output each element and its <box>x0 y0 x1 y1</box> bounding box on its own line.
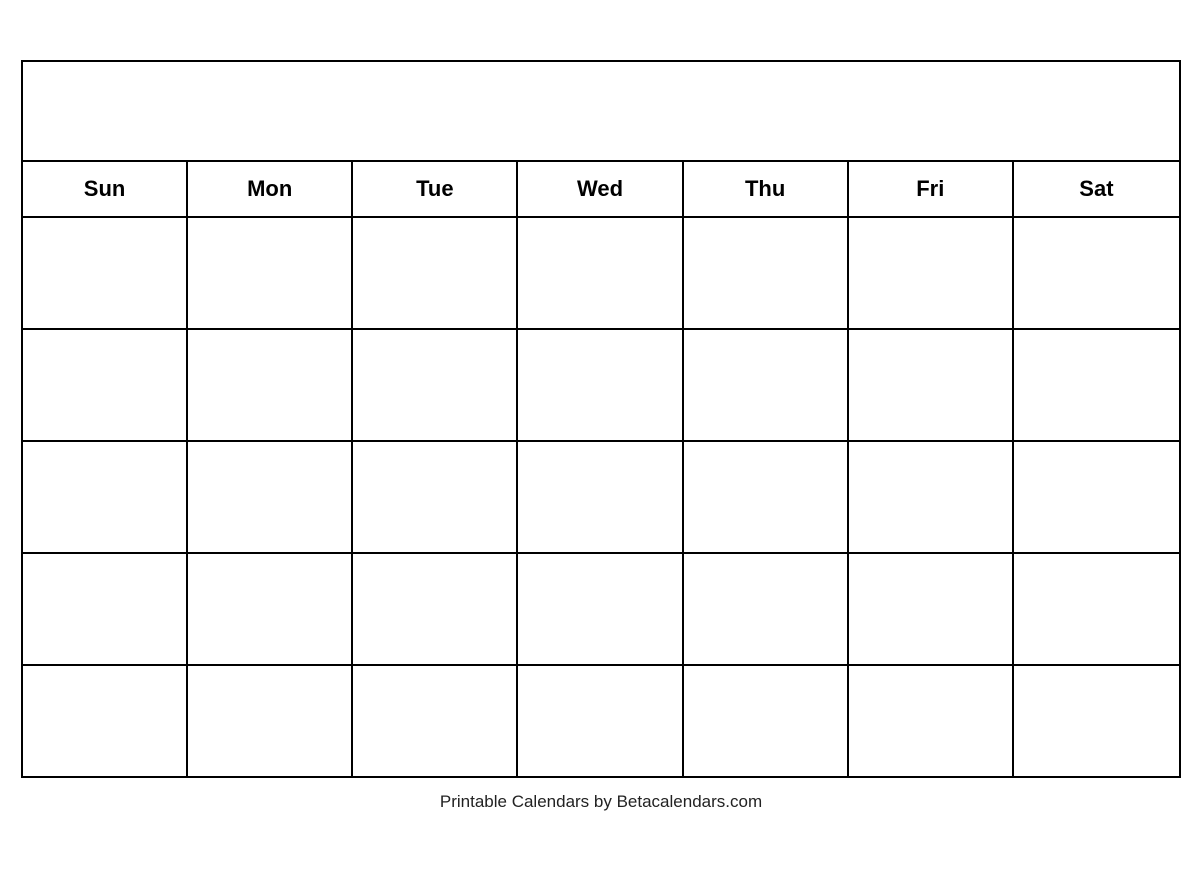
header-mon: Mon <box>188 162 353 216</box>
cell-5-3 <box>353 666 518 776</box>
cell-1-2 <box>188 218 353 328</box>
cell-2-4 <box>518 330 683 440</box>
cell-1-6 <box>849 218 1014 328</box>
cell-1-7 <box>1014 218 1179 328</box>
header-fri: Fri <box>849 162 1014 216</box>
cell-5-7 <box>1014 666 1179 776</box>
cell-3-5 <box>684 442 849 552</box>
cell-2-2 <box>188 330 353 440</box>
header-thu: Thu <box>684 162 849 216</box>
cell-1-1 <box>23 218 188 328</box>
cell-5-5 <box>684 666 849 776</box>
cell-4-3 <box>353 554 518 664</box>
cell-2-1 <box>23 330 188 440</box>
cell-5-4 <box>518 666 683 776</box>
calendar-row-4 <box>23 554 1179 666</box>
cell-3-7 <box>1014 442 1179 552</box>
header-wed: Wed <box>518 162 683 216</box>
footer-text: Printable Calendars by Betacalendars.com <box>440 792 762 812</box>
calendar-row-2 <box>23 330 1179 442</box>
calendar-body <box>23 218 1179 776</box>
cell-4-6 <box>849 554 1014 664</box>
cell-1-5 <box>684 218 849 328</box>
header-sun: Sun <box>23 162 188 216</box>
cell-4-1 <box>23 554 188 664</box>
cell-4-2 <box>188 554 353 664</box>
cell-3-3 <box>353 442 518 552</box>
cell-4-5 <box>684 554 849 664</box>
cell-2-7 <box>1014 330 1179 440</box>
calendar-row-1 <box>23 218 1179 330</box>
cell-3-6 <box>849 442 1014 552</box>
cell-4-7 <box>1014 554 1179 664</box>
page-wrapper: Sun Mon Tue Wed Thu Fri Sat <box>21 60 1181 812</box>
cell-5-6 <box>849 666 1014 776</box>
cell-2-5 <box>684 330 849 440</box>
calendar-header: Sun Mon Tue Wed Thu Fri Sat <box>23 162 1179 218</box>
calendar-row-3 <box>23 442 1179 554</box>
calendar-title-row <box>23 62 1179 162</box>
header-sat: Sat <box>1014 162 1179 216</box>
cell-2-3 <box>353 330 518 440</box>
cell-3-2 <box>188 442 353 552</box>
cell-5-1 <box>23 666 188 776</box>
cell-5-2 <box>188 666 353 776</box>
cell-3-1 <box>23 442 188 552</box>
header-tue: Tue <box>353 162 518 216</box>
cell-4-4 <box>518 554 683 664</box>
calendar-row-5 <box>23 666 1179 776</box>
cell-1-3 <box>353 218 518 328</box>
calendar-container: Sun Mon Tue Wed Thu Fri Sat <box>21 60 1181 778</box>
cell-3-4 <box>518 442 683 552</box>
cell-1-4 <box>518 218 683 328</box>
cell-2-6 <box>849 330 1014 440</box>
